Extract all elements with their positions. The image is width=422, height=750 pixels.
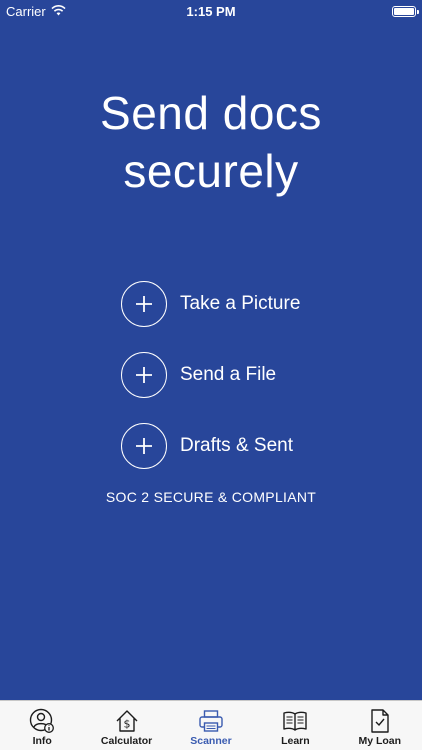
plus-icon bbox=[121, 352, 167, 398]
send-file-label: Send a File bbox=[180, 364, 277, 385]
tab-scanner[interactable]: Scanner bbox=[169, 701, 253, 750]
tab-scanner-label: Scanner bbox=[190, 735, 232, 747]
compliance-text: SOC 2 SECURE & COMPLIANT bbox=[105, 489, 317, 505]
action-list: Take a Picture Send a File Drafts & Sent bbox=[121, 280, 381, 493]
page-title-line-2: securely bbox=[123, 145, 299, 197]
tab-calculator-label: Calculator bbox=[100, 735, 153, 747]
tab-my-loan[interactable]: My Loan bbox=[338, 701, 422, 750]
house-dollar-icon: $ bbox=[116, 710, 138, 732]
drafts-sent-label: Drafts & Sent bbox=[180, 435, 293, 456]
tab-learn-label: Learn bbox=[281, 735, 310, 747]
tab-info-label: Info bbox=[32, 735, 52, 747]
drafts-sent-button[interactable]: Drafts & Sent bbox=[121, 422, 381, 470]
plus-icon bbox=[121, 281, 167, 327]
page-title-line-1: Send docs bbox=[100, 87, 322, 139]
take-picture-button[interactable]: Take a Picture bbox=[121, 280, 381, 328]
send-file-button[interactable]: Send a File bbox=[121, 351, 381, 399]
document-check-icon bbox=[371, 709, 389, 733]
battery-icon bbox=[392, 5, 419, 17]
status-bar: Carrier 1:15 PM bbox=[0, 0, 422, 22]
status-time: 1:15 PM bbox=[186, 3, 236, 19]
plus-icon bbox=[121, 423, 167, 469]
tab-calculator[interactable]: $ Calculator bbox=[85, 701, 169, 750]
svg-text:$: $ bbox=[123, 718, 130, 731]
book-icon bbox=[283, 711, 308, 731]
tab-my-loan-label: My Loan bbox=[358, 735, 402, 747]
tab-learn[interactable]: Learn bbox=[253, 701, 337, 750]
tab-bar: Info $ Calculator Scanner Learn My Loan bbox=[0, 700, 422, 750]
person-info-icon bbox=[29, 708, 55, 733]
scanner-icon bbox=[199, 710, 223, 732]
tab-info[interactable]: Info bbox=[0, 701, 84, 750]
take-picture-label: Take a Picture bbox=[180, 293, 301, 314]
page-title: Send docs securely bbox=[0, 84, 422, 200]
